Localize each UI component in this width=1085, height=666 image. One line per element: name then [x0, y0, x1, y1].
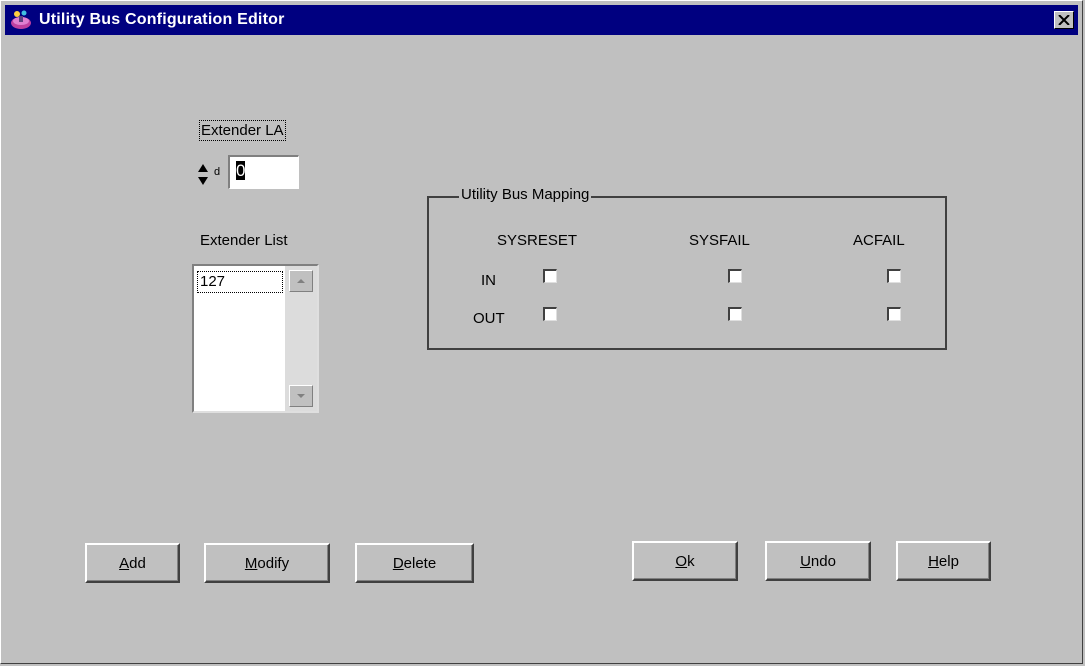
in-acfail-checkbox[interactable] — [887, 269, 901, 283]
scroll-up-button[interactable] — [289, 270, 313, 292]
modify-button[interactable]: Modify — [204, 543, 330, 583]
listbox-scrollbar[interactable] — [285, 266, 317, 411]
spin-arrows-icon[interactable] — [197, 161, 209, 189]
in-sysfail-checkbox[interactable] — [728, 269, 742, 283]
undo-button[interactable]: Undo — [765, 541, 871, 581]
row-label-in: IN — [481, 272, 496, 289]
title-bar[interactable]: Utility Bus Configuration Editor — [5, 5, 1078, 35]
close-button[interactable] — [1054, 11, 1074, 29]
ok-button[interactable]: Ok — [632, 541, 738, 581]
out-sysfail-checkbox[interactable] — [728, 307, 742, 321]
scroll-down-button[interactable] — [289, 385, 313, 407]
radix-indicator: d — [214, 166, 221, 178]
delete-button[interactable]: Delete — [355, 543, 474, 583]
extender-la-input[interactable]: 0 — [228, 155, 299, 189]
scroll-up-icon — [297, 279, 305, 283]
window-title: Utility Bus Configuration Editor — [39, 11, 285, 28]
add-button[interactable]: Add — [85, 543, 180, 583]
in-sysreset-checkbox[interactable] — [543, 269, 557, 283]
close-icon — [1058, 15, 1070, 25]
scroll-down-icon — [297, 394, 305, 398]
extender-list-label: Extender List — [200, 232, 288, 249]
utility-bus-mapping-title: Utility Bus Mapping — [459, 186, 592, 203]
app-icon — [9, 8, 33, 32]
out-acfail-checkbox[interactable] — [887, 307, 901, 321]
list-item[interactable]: 127 — [197, 271, 283, 293]
out-sysreset-checkbox[interactable] — [543, 307, 557, 321]
extender-la-value: 0 — [236, 161, 246, 180]
utility-bus-mapping-group — [427, 196, 947, 350]
extender-listbox[interactable]: 127 — [192, 264, 319, 413]
column-header-acfail: ACFAIL — [853, 232, 905, 249]
column-header-sysreset: SYSRESET — [497, 232, 578, 249]
column-header-sysfail: SYSFAIL — [689, 232, 750, 249]
row-label-out: OUT — [473, 310, 505, 327]
extender-la-label: Extender LA — [199, 120, 286, 141]
help-button[interactable]: Help — [896, 541, 991, 581]
